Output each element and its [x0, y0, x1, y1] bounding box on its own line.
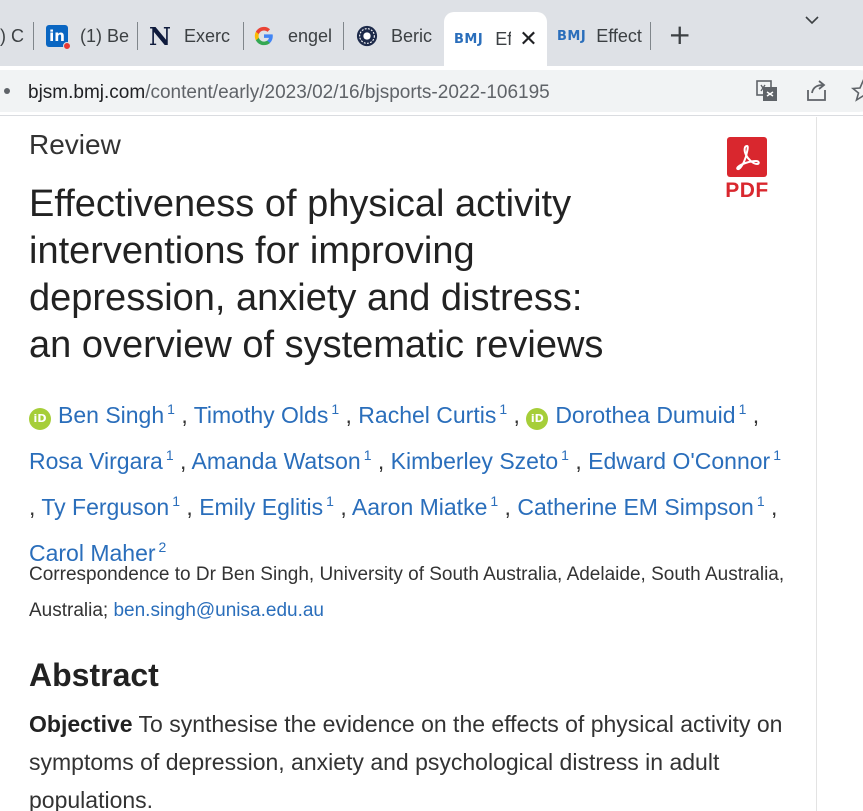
site-info-icon[interactable] — [0, 82, 16, 100]
tab-separator — [137, 22, 138, 50]
article-title: Effectiveness of physical activity inter… — [29, 183, 604, 366]
author-link[interactable]: Rachel Curtis 1 — [358, 401, 507, 428]
close-tab-icon[interactable]: ✕ — [519, 27, 537, 52]
tab-separator — [650, 22, 651, 50]
objective-text: To synthesise the evidence on the effect… — [29, 711, 783, 811]
tab-6[interactable]: BMJ Effect — [557, 12, 645, 60]
author-link[interactable]: Aaron Miatke 1 — [352, 493, 498, 520]
tab-title: Effect — [596, 25, 642, 46]
translate-icon[interactable] — [754, 78, 780, 104]
orcid-icon[interactable]: iD — [526, 408, 549, 430]
abstract-objective: Objective To synthesise the evidence on … — [29, 705, 789, 811]
bmj-icon: BMJ — [454, 31, 484, 47]
correspondence-email-link[interactable]: ben.singh@unisa.edu.au — [113, 600, 324, 621]
url-host: bjsm.bmj.com — [28, 82, 146, 103]
tab-active[interactable]: BMJ Ef ✕ — [444, 12, 547, 66]
tab-3[interactable]: engel — [252, 12, 336, 60]
tab-title: engel — [288, 25, 333, 46]
tab-title: Ef — [495, 28, 512, 49]
author-link[interactable]: Timothy Olds 1 — [194, 401, 339, 428]
tab-separator — [33, 22, 34, 50]
author-list: iD Ben Singh 1 , Timothy Olds 1 , Rachel Cu… — [29, 401, 781, 566]
url-path: /content/early/2023/02/16/bjsports-2022-… — [145, 82, 550, 103]
tab-2[interactable]: N Exerc — [148, 12, 238, 60]
tab-title: Beric — [391, 25, 433, 46]
bmj-icon: BMJ — [557, 28, 587, 44]
share-icon[interactable] — [804, 78, 830, 104]
abstract-heading: Abstract — [29, 657, 159, 693]
tab-separator — [243, 22, 244, 50]
correspondence-note: Correspondence to Dr Ben Singh, Universi… — [29, 557, 789, 629]
author-link[interactable]: Ben Singh 1 — [58, 401, 175, 428]
author-link[interactable]: Emily Eglitis 1 — [199, 493, 334, 520]
seal-icon — [355, 24, 379, 48]
browser-toolbar: bjsm.bmj.com/content/early/2023/02/16/bj… — [0, 66, 863, 116]
pdf-icon — [727, 137, 767, 177]
n-logo-icon: N — [149, 21, 171, 51]
objective-label: Objective — [29, 711, 133, 737]
pdf-label: PDF — [725, 179, 769, 202]
tab-search-chevron-icon[interactable] — [802, 10, 822, 35]
tab-strip: ) C in (1) Be N Exerc engel Beric BMJ Ef… — [0, 0, 863, 66]
tab-0[interactable]: ) C — [0, 12, 26, 60]
tab-title: (1) Be — [80, 25, 130, 46]
tab-separator — [343, 22, 344, 50]
author-link[interactable]: Rosa Virgara 1 — [29, 447, 174, 474]
url-text[interactable]: bjsm.bmj.com/content/early/2023/02/16/bj… — [28, 82, 550, 104]
author-link[interactable]: Edward O'Connor 1 — [588, 447, 781, 474]
address-bar[interactable]: bjsm.bmj.com/content/early/2023/02/16/bj… — [0, 70, 863, 112]
linkedin-icon: in — [46, 25, 71, 50]
article-page: Review PDF Effectiveness of physical act… — [0, 117, 816, 811]
orcid-icon[interactable]: iD — [29, 408, 51, 430]
author-link[interactable]: Ty Ferguson 1 — [41, 493, 180, 520]
page-right-gutter — [816, 117, 863, 811]
bookmark-star-icon[interactable] — [850, 78, 863, 104]
author-link[interactable]: Amanda Watson 1 — [192, 447, 372, 474]
tab-title: ) C — [0, 25, 24, 46]
new-tab-button[interactable]: + — [668, 21, 691, 49]
tab-title: Exerc — [184, 25, 231, 46]
article-type-label: Review — [29, 129, 121, 160]
author-link[interactable]: Kimberley Szeto 1 — [391, 447, 569, 474]
google-icon — [252, 24, 276, 48]
tab-4[interactable]: Beric — [355, 12, 435, 60]
author-link[interactable]: Catherine EM Simpson 1 — [517, 493, 764, 520]
author-link[interactable]: Dorothea Dumuid 1 — [555, 401, 746, 428]
tab-1[interactable]: in (1) Be — [46, 12, 130, 60]
pdf-download-link[interactable]: PDF — [724, 137, 770, 203]
